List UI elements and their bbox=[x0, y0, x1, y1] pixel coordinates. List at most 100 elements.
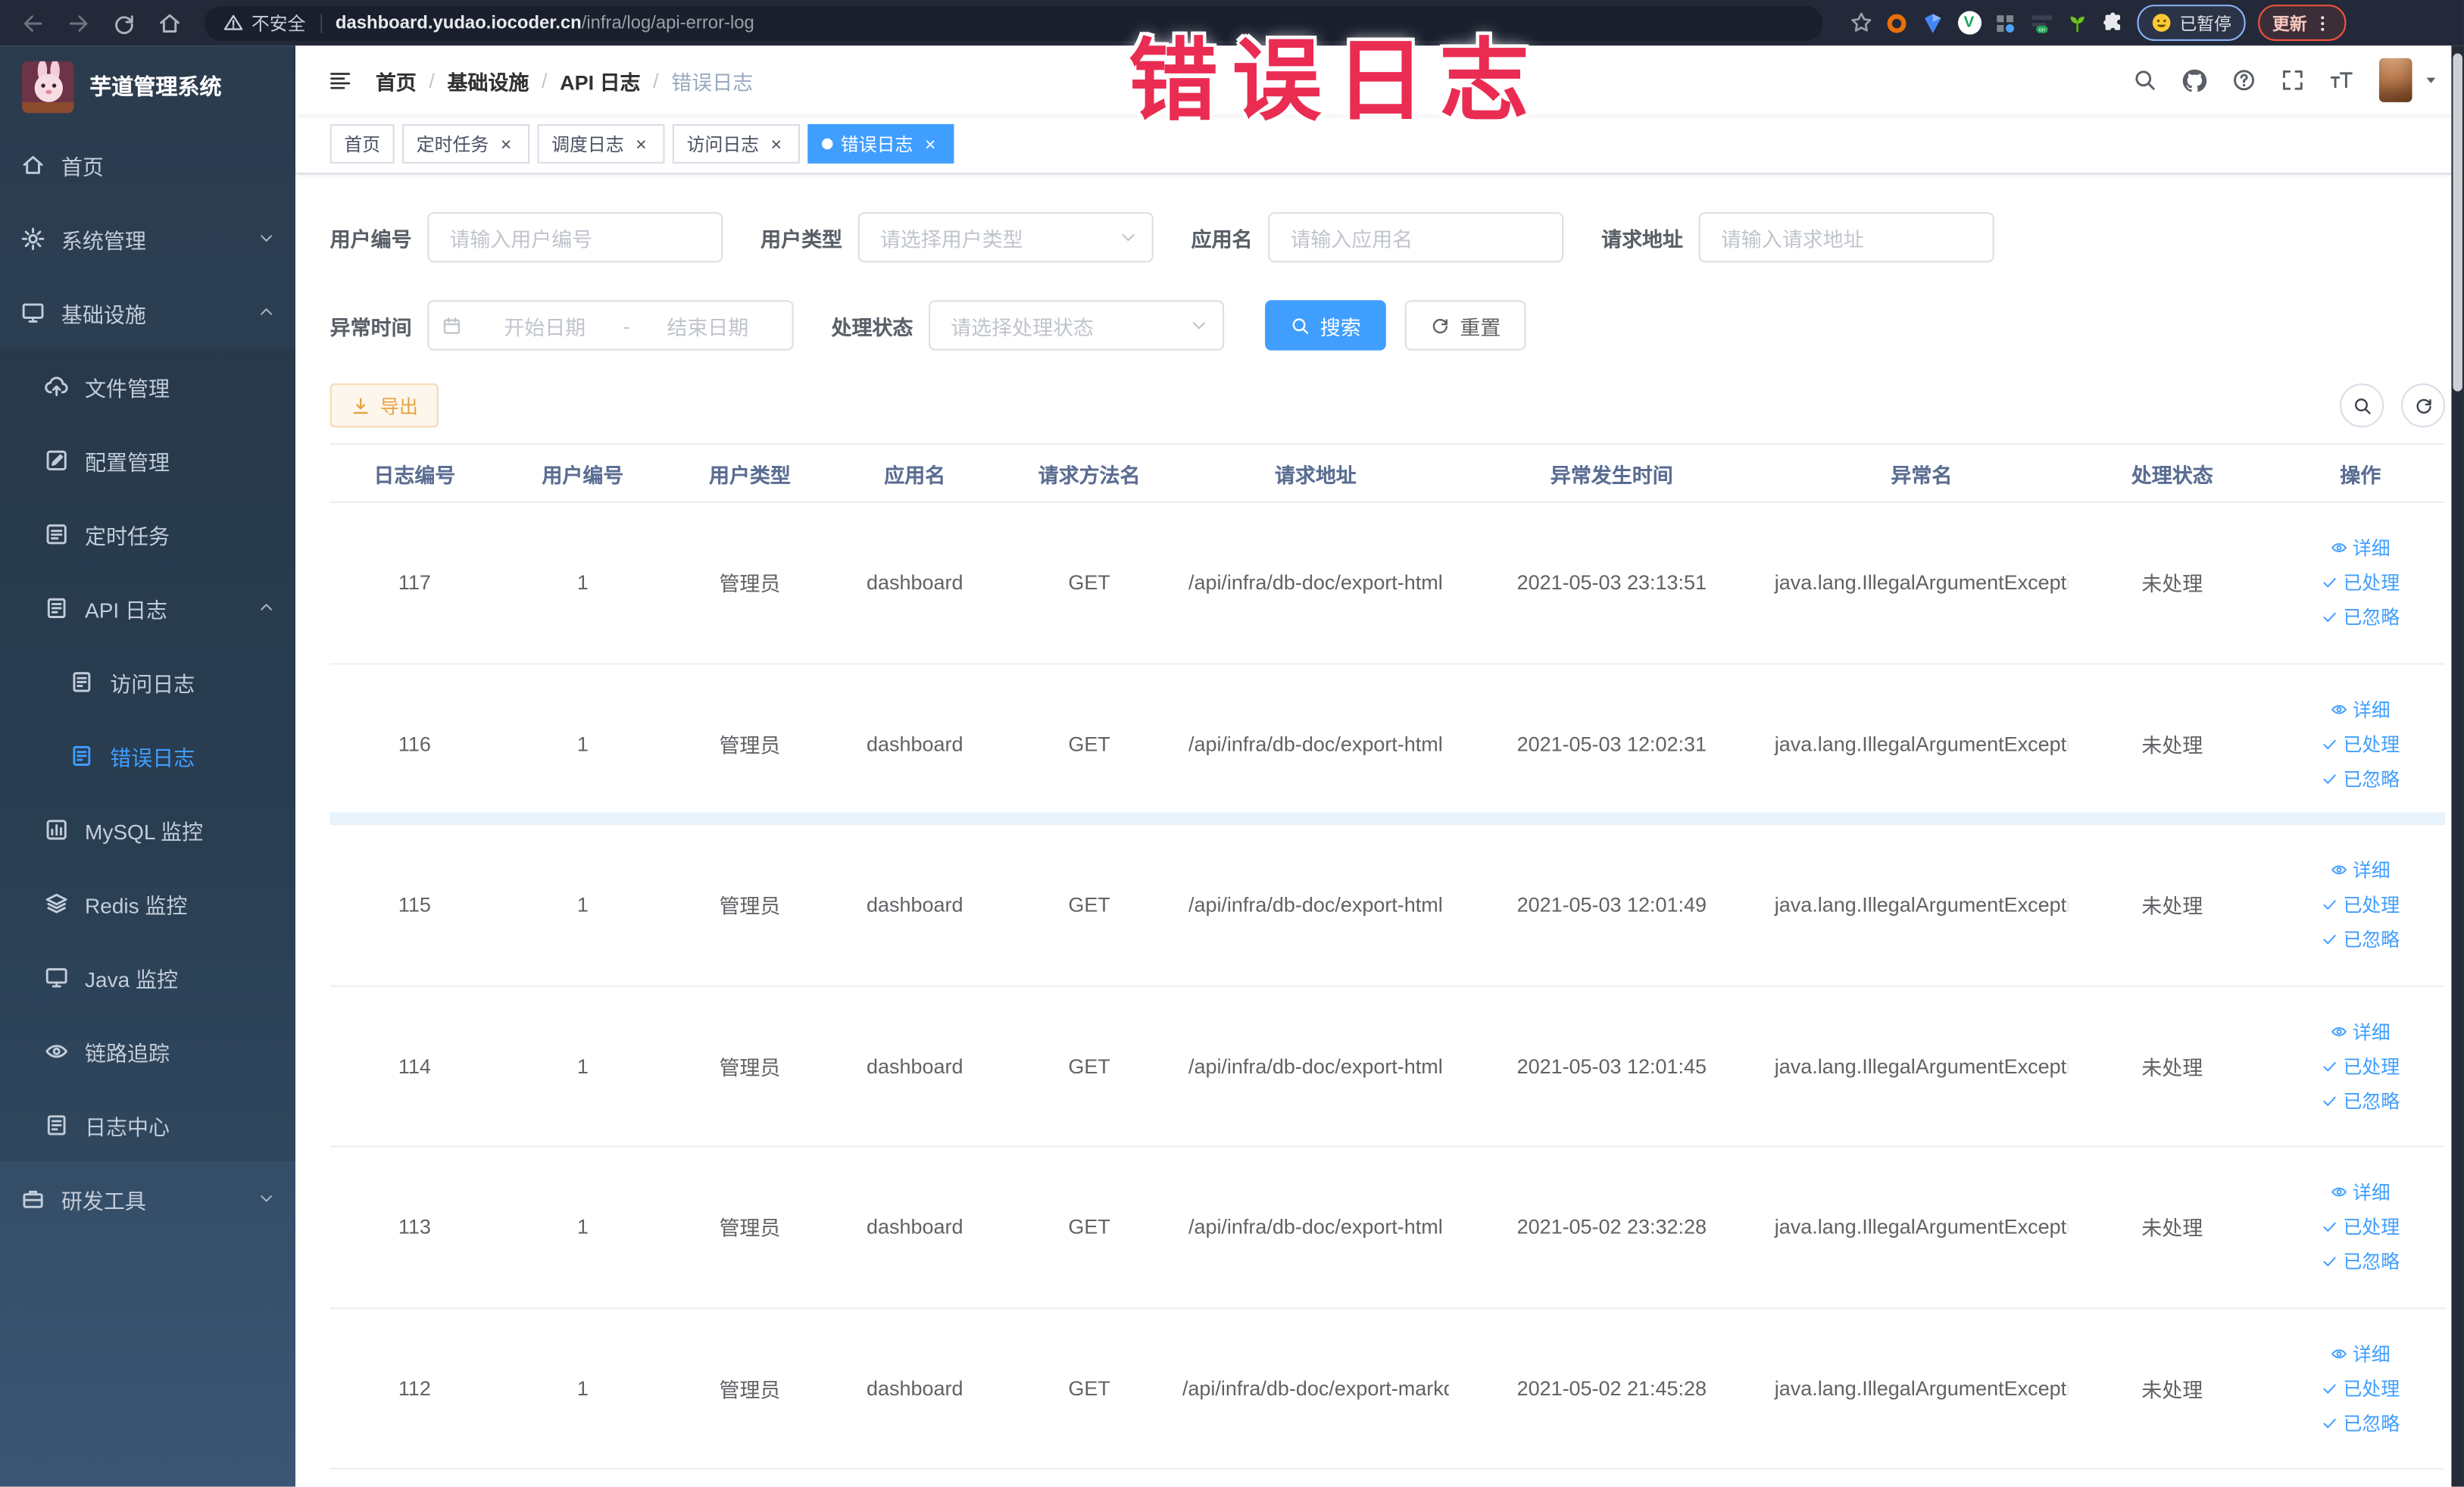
sidebar-item-trace[interactable]: 链路追踪 bbox=[0, 1014, 296, 1088]
insecure-warning-icon bbox=[223, 13, 244, 33]
tab-item[interactable]: 访问日志 × bbox=[672, 123, 800, 164]
cell-method: GET bbox=[1068, 1376, 1110, 1400]
sidebar-item-redis-monitor[interactable]: Redis 监控 bbox=[0, 866, 296, 940]
help-icon[interactable] bbox=[2231, 67, 2256, 92]
extension-leaf-icon[interactable] bbox=[2065, 10, 2090, 35]
breadcrumb-item[interactable]: API 日志 bbox=[560, 65, 640, 95]
action-detail-link[interactable]: 详细 bbox=[2331, 696, 2391, 723]
action-mark-link[interactable]: 已处理 bbox=[2321, 892, 2400, 918]
browser-menu-icon[interactable] bbox=[2313, 14, 2332, 33]
breadcrumb-item[interactable]: 基础设施 bbox=[448, 65, 529, 95]
fullscreen-icon[interactable] bbox=[2280, 67, 2305, 92]
bookmark-star-icon[interactable] bbox=[1850, 11, 1873, 35]
user-avatar[interactable] bbox=[2378, 58, 2412, 102]
table-row: 112 1 管理员 dashboard GET/api/infra/db-doc/exp… bbox=[329, 1308, 2446, 1470]
extension-grid-icon[interactable] bbox=[1993, 10, 2018, 35]
browser-update-button[interactable]: 更新 bbox=[2258, 5, 2347, 41]
action-detail-link[interactable]: 详细 bbox=[2331, 1018, 2391, 1045]
app-name-input[interactable]: 请输入应用名 bbox=[1268, 212, 1564, 263]
refresh-table-button[interactable] bbox=[2400, 383, 2446, 428]
extension-switch-icon[interactable]: on bbox=[2028, 10, 2053, 35]
extensions-puzzle-icon[interactable] bbox=[2101, 11, 2125, 35]
action-mark-link[interactable]: 已处理 bbox=[2321, 1375, 2400, 1401]
filter-label: 处理状态 bbox=[831, 314, 913, 339]
tab-label: 错误日志 bbox=[840, 136, 913, 155]
filter-app-name: 应用名 请输入应用名 bbox=[1191, 212, 1564, 263]
cell-time: 2021-05-02 21:45:28 bbox=[1516, 1376, 1707, 1400]
request-url-input[interactable]: 请输入请求地址 bbox=[1698, 212, 1994, 263]
action-mark-link[interactable]: 已忽略 bbox=[2321, 765, 2400, 792]
cell-id: 113 bbox=[398, 1215, 431, 1239]
action-mark-link[interactable]: 已忽略 bbox=[2321, 1087, 2400, 1114]
sidebar-item-config-management[interactable]: 配置管理 bbox=[0, 423, 296, 497]
cell-actions: 详细 已处理 已忽略 bbox=[2276, 857, 2445, 953]
sidebar-item-java-monitor[interactable]: Java 监控 bbox=[0, 939, 296, 1014]
breadcrumb-separator: / bbox=[429, 68, 435, 92]
sidebar-menu: 首页 系统管理 基础设施 文件管理 配置管理 定时任务 API 日志 访问日志 … bbox=[0, 127, 296, 1236]
close-icon[interactable]: × bbox=[767, 134, 785, 153]
browser-address-bar[interactable]: 不安全 dashboard.yudao.iocoder.cn/infra/log… bbox=[204, 5, 1823, 40]
cell-app: dashboard bbox=[866, 1054, 963, 1078]
tab-item[interactable]: 错误日志 × bbox=[807, 123, 954, 164]
close-icon[interactable]: × bbox=[497, 134, 516, 153]
browser-forward-icon[interactable] bbox=[66, 10, 91, 35]
browser-back-icon[interactable] bbox=[20, 10, 45, 35]
sidebar-item-file-management[interactable]: 文件管理 bbox=[0, 348, 296, 423]
sidebar-item-access-log[interactable]: 访问日志 bbox=[0, 644, 296, 719]
action-mark-link[interactable]: 已处理 bbox=[2321, 1214, 2400, 1240]
action-mark-link[interactable]: 已忽略 bbox=[2321, 1409, 2400, 1435]
process-status-select[interactable]: 请选择处理状态 bbox=[929, 300, 1225, 351]
export-button[interactable]: 导出 bbox=[329, 383, 439, 428]
action-detail-link[interactable]: 详细 bbox=[2331, 535, 2391, 561]
sidebar-item-api-log[interactable]: API 日志 bbox=[0, 570, 296, 645]
action-mark-link[interactable]: 已忽略 bbox=[2321, 1248, 2400, 1275]
action-mark-link[interactable]: 已处理 bbox=[2321, 730, 2400, 757]
breadcrumb-item[interactable]: 首页 bbox=[376, 65, 417, 95]
sidebar-item-infrastructure[interactable]: 基础设施 bbox=[0, 275, 295, 349]
sidebar-item-system-management[interactable]: 系统管理 bbox=[0, 201, 295, 276]
user-id-input[interactable]: 请输入用户编号 bbox=[427, 212, 723, 263]
action-mark-link[interactable]: 已忽略 bbox=[2321, 604, 2400, 630]
action-detail-link[interactable]: 详细 bbox=[2331, 857, 2391, 883]
close-icon[interactable]: × bbox=[632, 134, 651, 153]
sidebar-toggle-icon[interactable] bbox=[327, 68, 354, 92]
cell-status: 未处理 bbox=[2141, 733, 2203, 758]
user-type-select[interactable]: 请选择用户类型 bbox=[857, 212, 1154, 263]
browser-home-icon[interactable] bbox=[157, 10, 182, 35]
sidebar-item-mysql-monitor[interactable]: MySQL 监控 bbox=[0, 792, 296, 867]
extension-green-v-icon[interactable]: V bbox=[1957, 10, 1982, 35]
sidebar-item-scheduled-tasks[interactable]: 定时任务 bbox=[0, 496, 296, 571]
action-detail-link[interactable]: 详细 bbox=[2331, 1179, 2391, 1205]
app-logo[interactable]: 芋道管理系统 bbox=[0, 45, 295, 127]
column-header: 用户编号 bbox=[542, 462, 624, 487]
tab-item[interactable]: 调度日志 × bbox=[537, 123, 665, 164]
date-range-input[interactable]: 开始日期 - 结束日期 bbox=[427, 300, 794, 351]
reset-button[interactable]: 重置 bbox=[1404, 300, 1526, 351]
action-detail-link[interactable]: 详细 bbox=[2331, 1340, 2391, 1367]
search-button[interactable]: 搜索 bbox=[1265, 300, 1386, 351]
tab-item[interactable]: 首页 bbox=[329, 123, 395, 164]
sidebar-item-log-center[interactable]: 日志中心 bbox=[0, 1087, 296, 1162]
font-size-icon[interactable] bbox=[2329, 67, 2354, 92]
tab-item[interactable]: 定时任务 × bbox=[402, 123, 530, 164]
action-mark-link[interactable]: 已忽略 bbox=[2321, 926, 2400, 952]
close-icon[interactable]: × bbox=[921, 134, 940, 153]
extension-blue-shield-icon[interactable] bbox=[1920, 10, 1945, 35]
sidebar-item-dev-tools[interactable]: 研发工具 bbox=[0, 1161, 295, 1236]
page-scrollbar[interactable] bbox=[2451, 45, 2464, 1487]
search-icon[interactable] bbox=[2132, 67, 2157, 92]
sidebar-item-home[interactable]: 首页 bbox=[0, 127, 295, 201]
action-mark-link[interactable]: 已处理 bbox=[2321, 1052, 2400, 1079]
browser-reload-icon[interactable] bbox=[111, 10, 136, 35]
github-icon[interactable] bbox=[2181, 67, 2208, 93]
scrollbar-thumb[interactable] bbox=[2453, 53, 2462, 392]
avatar-caret-down-icon[interactable] bbox=[2423, 72, 2439, 88]
action-mark-link[interactable]: 已处理 bbox=[2321, 570, 2400, 596]
column-header: 异常名 bbox=[1891, 462, 1953, 487]
toggle-search-button[interactable] bbox=[2340, 383, 2384, 428]
extension-orange-icon[interactable] bbox=[1884, 10, 1909, 35]
column-header: 应用名 bbox=[884, 462, 946, 487]
tab-paused-badge[interactable]: 已暂停 bbox=[2137, 5, 2246, 41]
filter-label: 用户类型 bbox=[760, 226, 843, 251]
sidebar-item-error-log[interactable]: 错误日志 bbox=[0, 718, 296, 792]
